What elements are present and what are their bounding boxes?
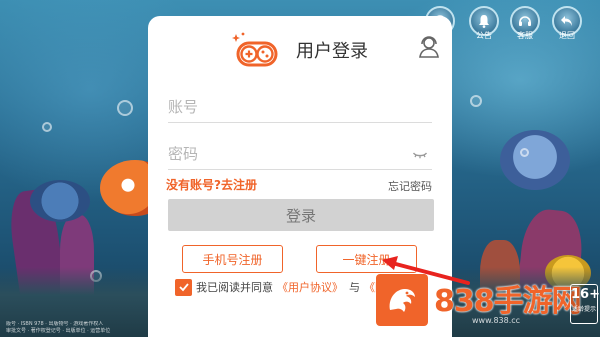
- customer-service-icon[interactable]: [416, 33, 442, 59]
- bubble-decoration: [42, 122, 52, 132]
- dialog-title: 用户登录: [296, 41, 368, 62]
- user-agreement-link[interactable]: 《用户协议》: [277, 279, 343, 295]
- password-input[interactable]: [168, 140, 408, 168]
- password-field: [168, 140, 432, 170]
- agreement-row: 我已阅读并同意 《用户协议》 与 《隐: [175, 278, 386, 296]
- checkmark-icon: [178, 283, 189, 292]
- onekey-register-button[interactable]: 一键注册: [316, 245, 417, 273]
- bubble-decoration: [470, 95, 482, 107]
- login-button[interactable]: 登录: [168, 199, 434, 231]
- age-rating-number: 16+: [571, 287, 600, 302]
- watermark-text: 838手游网: [434, 284, 582, 319]
- forgot-password-link[interactable]: 忘记密码: [388, 178, 432, 194]
- headset-icon: [519, 16, 531, 26]
- age-rating-tip: 适龄提示: [571, 306, 596, 313]
- announcement-label: 公告: [476, 31, 492, 40]
- dragon-logo-icon: [376, 274, 428, 326]
- account-field: [168, 93, 432, 123]
- agreement-prefix: 我已阅读并同意: [196, 281, 273, 294]
- dialog-header: 用户登录: [148, 16, 452, 86]
- account-input[interactable]: [168, 93, 408, 121]
- fish-decoration: [500, 130, 570, 190]
- fish-decoration: [30, 180, 90, 222]
- site-watermark: 838手游网 www.838.cc 16+ 适龄提示: [376, 274, 600, 337]
- customer-service-label: 客服: [517, 31, 533, 40]
- bubble-decoration: [117, 100, 133, 116]
- agreement-checkbox[interactable]: [175, 278, 192, 296]
- bell-icon: [479, 15, 489, 28]
- phone-register-button[interactable]: 手机号注册: [182, 245, 283, 273]
- back-arrow-icon: [561, 16, 572, 26]
- eye-hidden-icon[interactable]: [412, 146, 428, 162]
- bubble-decoration: [520, 148, 529, 157]
- age-rating-badge: 16+ 适龄提示: [570, 284, 600, 324]
- back-label: 退回: [559, 31, 575, 40]
- watermark-url: www.838.cc: [472, 316, 521, 325]
- gamepad-icon: [232, 32, 278, 67]
- agreement-conjunction: 与: [349, 281, 360, 294]
- go-register-link[interactable]: 没有账号?去注册: [166, 176, 257, 193]
